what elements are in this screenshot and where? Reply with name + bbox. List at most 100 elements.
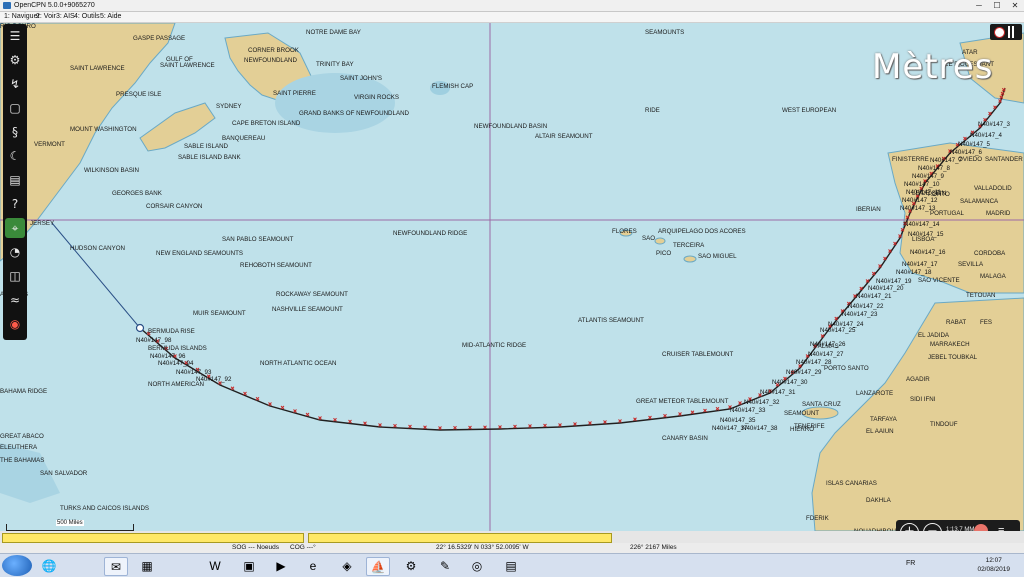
- menu-aide[interactable]: 5: Aide: [100, 12, 121, 22]
- menu-icon[interactable]: ☰: [5, 26, 25, 46]
- waypoint-label[interactable]: N40#147_92: [196, 376, 231, 383]
- menu-naviguer[interactable]: 1: Naviguer: [4, 12, 40, 22]
- waypoint-label[interactable]: N40#147_4: [970, 132, 1002, 139]
- window-title: OpenCPN 5.0.0+9065270: [14, 2, 95, 9]
- track-icon[interactable]: §: [5, 122, 25, 142]
- waypoint-label[interactable]: N40#147_11: [906, 189, 941, 196]
- maximize-button[interactable]: ☐: [992, 0, 1002, 11]
- gear-icon[interactable]: ⚙: [5, 50, 25, 70]
- waypoint-label[interactable]: N40#147_26: [810, 341, 845, 348]
- menu-outils[interactable]: 4: Outils: [74, 12, 100, 22]
- dashboard-icon[interactable]: ◔: [5, 242, 25, 262]
- clock-date: 02/08/2019: [977, 566, 1010, 573]
- taskbar-files-icon[interactable]: ▤: [500, 557, 522, 574]
- close-button[interactable]: ✕: [1010, 0, 1020, 11]
- waypoint-label[interactable]: N40#147_10: [904, 181, 939, 188]
- waypoint-label[interactable]: N40#147_21: [856, 293, 891, 300]
- waypoint-label[interactable]: N40#147_38: [742, 425, 777, 432]
- app-icon: [3, 2, 11, 9]
- help-icon[interactable]: ?: [5, 194, 25, 214]
- waypoint-label[interactable]: N40#147_23: [842, 311, 877, 318]
- waypoint-label[interactable]: N40#147_28: [796, 359, 831, 366]
- chart-canvas[interactable]: GASPE PASSAGE NOTRE DAME BAY GULF OF SAINT …: [0, 23, 1024, 531]
- taskbar-ie-icon[interactable]: 🌐: [38, 557, 60, 574]
- place-label: CORSAIR CANYON: [146, 203, 203, 210]
- start-button[interactable]: [2, 555, 32, 576]
- place-label: IBERIAN: [856, 206, 881, 213]
- taskbar-media-icon[interactable]: ▶: [270, 557, 292, 574]
- waypoint-label[interactable]: N40#147_12: [902, 197, 937, 204]
- waypoint-label[interactable]: N40#147_17: [902, 261, 937, 268]
- waypoint-label[interactable]: N40#147_20: [868, 285, 903, 292]
- place-label: DAKHLA: [866, 497, 891, 504]
- waypoint-label[interactable]: N40#147_31: [760, 389, 795, 396]
- waypoint-label[interactable]: N40#147_32: [744, 399, 779, 406]
- compass-widget[interactable]: [990, 24, 1022, 40]
- waypoint-label[interactable]: N40#147_13: [900, 205, 935, 212]
- print-icon[interactable]: ▤: [5, 170, 25, 190]
- taskbar-app2-icon[interactable]: ◈: [336, 557, 358, 574]
- waypoint-label[interactable]: N40#147_98: [136, 337, 171, 344]
- waypoint-label[interactable]: N40#147_5: [958, 141, 990, 148]
- route-icon[interactable]: ↯: [5, 74, 25, 94]
- waypoint-label[interactable]: N40#147_35: [720, 417, 755, 424]
- waypoint-label[interactable]: N40#147_33: [730, 407, 765, 414]
- waypoint-label[interactable]: N40#147_6: [950, 149, 982, 156]
- taskbar-word-icon[interactable]: W: [204, 557, 226, 574]
- menu-ais[interactable]: 3: AIS: [56, 12, 75, 22]
- info-bar: SOG --- Noeuds COG ---° 22° 16.5329' N 0…: [0, 543, 1024, 553]
- place-label: JERSEY: [30, 220, 55, 227]
- waypoint-label[interactable]: N40#147_96: [150, 353, 185, 360]
- taskbar-paint-icon[interactable]: ✎: [434, 557, 456, 574]
- place-label: ISLAS CANARIAS: [826, 480, 877, 487]
- waypoint-label[interactable]: N40#147_27: [808, 351, 843, 358]
- menu-voir[interactable]: 2: Voir: [36, 12, 56, 22]
- waypoint-label[interactable]: N40#147_15: [908, 231, 943, 238]
- waypoint-marker: [588, 421, 592, 425]
- taskbar-settings-icon[interactable]: ⚙: [400, 557, 422, 574]
- position-icon[interactable]: ⌖: [5, 218, 25, 238]
- place-label: FINISTERRE: [892, 156, 929, 163]
- waypoint-label[interactable]: N40#147_9: [912, 173, 944, 180]
- place-label: NEWFOUNDLAND BASIN: [474, 123, 548, 130]
- taskbar-opencpn-icon[interactable]: ⛵: [366, 557, 390, 576]
- tide-icon[interactable]: ≈: [5, 290, 25, 310]
- waypoint-label[interactable]: N40#147_29: [786, 369, 821, 376]
- place-label: PICO: [656, 250, 672, 257]
- moon-icon[interactable]: ☾: [5, 146, 25, 166]
- taskbar-chrome-icon[interactable]: ◎: [466, 557, 488, 574]
- waypoint-marker: [703, 408, 707, 413]
- taskbar-app-icon[interactable]: ▣: [238, 557, 260, 574]
- language-indicator[interactable]: FR: [906, 560, 915, 567]
- chart-icon[interactable]: ◫: [5, 266, 25, 286]
- waypoint-label[interactable]: N40#147_14: [904, 221, 939, 228]
- place-label: SAO VICENTE: [918, 277, 960, 284]
- waypoint-label[interactable]: N40#147_25: [820, 327, 855, 334]
- place-label: MID-ATLANTIC RIDGE: [462, 342, 527, 349]
- lifebuoy-icon[interactable]: ◉: [5, 314, 25, 334]
- taskbar-excel-icon[interactable]: ▦: [136, 557, 158, 574]
- minimize-button[interactable]: ─: [974, 0, 984, 11]
- waypoint-label[interactable]: N40#147_22: [848, 303, 883, 310]
- waypoint-marker: [663, 413, 667, 418]
- place-label: VIRGIN ROCKS: [354, 94, 400, 101]
- waypoint-label[interactable]: N40#147_19: [876, 278, 911, 285]
- waypoint-label[interactable]: N40#147_16: [910, 249, 945, 256]
- waypoint-label[interactable]: N40#147_18: [896, 269, 931, 276]
- taskbar-outlook-icon[interactable]: ✉: [104, 557, 128, 576]
- waypoint-label[interactable]: N40#147_8: [918, 165, 950, 172]
- document-icon[interactable]: ▢: [5, 98, 25, 118]
- taskbar-browser-icon[interactable]: e: [302, 557, 324, 574]
- waypoint-label[interactable]: N40#147_3: [978, 121, 1010, 128]
- clock[interactable]: 12:07 02/08/2019: [977, 556, 1010, 574]
- waypoint-marker: [230, 386, 235, 391]
- clock-time: 12:07: [985, 557, 1002, 564]
- waypoint-label[interactable]: N40#147_93: [176, 369, 211, 376]
- waypoint-label[interactable]: N40#147_7: [930, 157, 962, 164]
- place-label: ROCKAWAY SEAMOUNT: [276, 291, 348, 298]
- place-label: CORDOBA: [974, 250, 1006, 257]
- waypoint-label[interactable]: N40#147_30: [772, 379, 807, 386]
- waypoint-label[interactable]: N40#147_94: [158, 360, 193, 367]
- place-label: JEBEL TOUBKAL: [928, 354, 978, 361]
- menu-bar: 1: Naviguer 2: Voir 3: AIS 4: Outils 5: …: [0, 12, 1024, 23]
